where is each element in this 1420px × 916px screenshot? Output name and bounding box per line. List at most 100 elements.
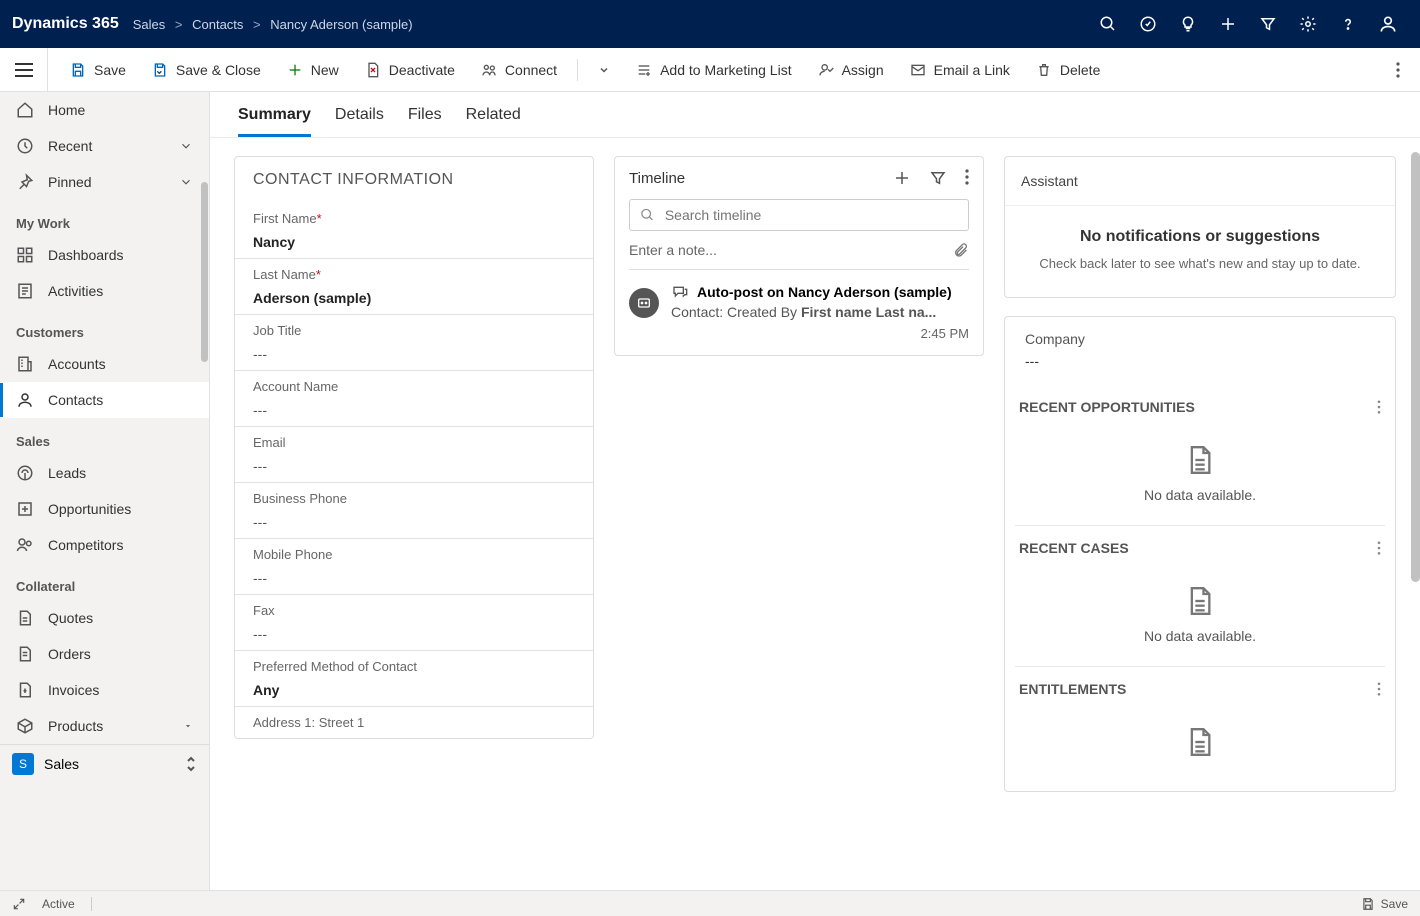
lightbulb-icon[interactable]: [1168, 0, 1208, 48]
right-column: Assistant No notifications or suggestion…: [1004, 156, 1396, 792]
expand-icon[interactable]: [12, 897, 26, 911]
timeline-entry-time: 2:45 PM: [671, 326, 969, 341]
timeline-card: Timeline Enter a note...: [614, 156, 984, 356]
main-content: Summary Details Files Related CONTACT IN…: [210, 92, 1420, 890]
entitlements-empty: [1015, 707, 1385, 791]
sidebar: Home Recent Pinned My Work Dashboards Ac…: [0, 92, 210, 890]
sidebar-group-collateral: Collateral: [0, 563, 209, 600]
field-fax[interactable]: Fax---: [235, 595, 593, 651]
chevron-down-icon: [179, 139, 193, 153]
timeline-entry[interactable]: Auto-post on Nancy Aderson (sample) Cont…: [615, 270, 983, 355]
more-icon[interactable]: [1377, 682, 1381, 696]
updown-icon: [185, 756, 197, 772]
section-entitlements: ENTITLEMENTS: [1015, 667, 1385, 707]
save-close-button[interactable]: Save & Close: [142, 56, 271, 84]
timeline-note-input[interactable]: Enter a note...: [629, 241, 969, 270]
company-value[interactable]: ---: [1005, 353, 1395, 385]
status-bar: Active Save: [0, 890, 1420, 916]
search-icon[interactable]: [1088, 0, 1128, 48]
assistant-heading: No notifications or suggestions: [1023, 228, 1377, 246]
sidebar-item-products[interactable]: Products: [0, 708, 209, 744]
sidebar-scrollbar[interactable]: [201, 182, 208, 362]
sidebar-item-dashboards[interactable]: Dashboards: [0, 237, 209, 273]
email-link-button[interactable]: Email a Link: [900, 56, 1020, 84]
more-icon[interactable]: [1377, 400, 1381, 414]
breadcrumb-contacts[interactable]: Contacts: [192, 17, 243, 32]
sidebar-item-contacts[interactable]: Contacts: [0, 382, 209, 418]
timeline-entry-title: Auto-post on Nancy Aderson (sample): [697, 284, 952, 300]
tab-related[interactable]: Related: [466, 106, 521, 137]
connect-dropdown[interactable]: [588, 58, 620, 82]
task-icon[interactable]: [1128, 0, 1168, 48]
sidebar-item-recent[interactable]: Recent: [0, 128, 209, 164]
sidebar-item-activities[interactable]: Activities: [0, 273, 209, 309]
area-badge: S: [12, 753, 34, 775]
sidebar-item-leads[interactable]: Leads: [0, 455, 209, 491]
attachment-icon[interactable]: [953, 241, 969, 259]
gear-icon[interactable]: [1288, 0, 1328, 48]
tab-details[interactable]: Details: [335, 106, 384, 137]
field-last-name[interactable]: Last Name*Aderson (sample): [235, 259, 593, 315]
company-label: Company: [1005, 317, 1395, 353]
field-preferred-contact[interactable]: Preferred Method of ContactAny: [235, 651, 593, 707]
field-account-name[interactable]: Account Name---: [235, 371, 593, 427]
connect-button[interactable]: Connect: [471, 56, 567, 84]
delete-button[interactable]: Delete: [1026, 56, 1110, 84]
sidebar-item-home[interactable]: Home: [0, 92, 209, 128]
sidebar-item-invoices[interactable]: Invoices: [0, 672, 209, 708]
save-button[interactable]: Save: [60, 56, 136, 84]
main-scrollbar[interactable]: [1411, 152, 1420, 582]
breadcrumb: Sales > Contacts > Nancy Aderson (sample…: [133, 17, 413, 32]
breadcrumb-current: Nancy Aderson (sample): [270, 17, 412, 32]
timeline-filter-icon[interactable]: [929, 169, 947, 187]
timeline-search[interactable]: [629, 199, 969, 231]
autopost-icon: [629, 288, 659, 318]
status-save-button[interactable]: Save: [1361, 897, 1408, 911]
tab-files[interactable]: Files: [408, 106, 442, 137]
timeline-entry-message: Contact: Created By First name Last na..…: [671, 304, 969, 320]
timeline-title: Timeline: [629, 170, 685, 187]
global-header: Dynamics 365 Sales > Contacts > Nancy Ad…: [0, 0, 1420, 48]
timeline-add-icon[interactable]: [893, 169, 911, 187]
command-overflow-icon[interactable]: [1386, 56, 1420, 84]
add-marketing-button[interactable]: Add to Marketing List: [626, 56, 802, 84]
section-recent-cases: RECENT CASES: [1015, 526, 1385, 566]
assistant-title: Assistant: [1005, 157, 1395, 206]
sidebar-group-customers: Customers: [0, 309, 209, 346]
new-button[interactable]: New: [277, 56, 349, 84]
field-job-title[interactable]: Job Title---: [235, 315, 593, 371]
help-icon[interactable]: [1328, 0, 1368, 48]
profile-icon[interactable]: [1368, 0, 1408, 48]
field-email[interactable]: Email---: [235, 427, 593, 483]
field-mobile-phone[interactable]: Mobile Phone---: [235, 539, 593, 595]
timeline-search-input[interactable]: [663, 206, 958, 224]
field-first-name[interactable]: First Name*Nancy: [235, 203, 593, 259]
command-bar: Save Save & Close New Deactivate Connect…: [0, 48, 1420, 92]
breadcrumb-sales[interactable]: Sales: [133, 17, 166, 32]
assistant-card: Assistant No notifications or suggestion…: [1004, 156, 1396, 298]
sidebar-item-quotes[interactable]: Quotes: [0, 600, 209, 636]
sidebar-item-competitors[interactable]: Competitors: [0, 527, 209, 563]
assign-button[interactable]: Assign: [808, 56, 894, 84]
more-icon[interactable]: [1377, 541, 1381, 555]
add-icon[interactable]: [1208, 0, 1248, 48]
sidebar-group-mywork: My Work: [0, 200, 209, 237]
sidebar-item-pinned[interactable]: Pinned: [0, 164, 209, 200]
chevron-down-icon: [179, 175, 193, 189]
field-business-phone[interactable]: Business Phone---: [235, 483, 593, 539]
speech-icon: [671, 284, 689, 300]
tab-summary[interactable]: Summary: [238, 106, 311, 137]
cases-empty: No data available.: [1015, 566, 1385, 667]
record-tabs: Summary Details Files Related: [210, 92, 1420, 138]
hamburger-icon[interactable]: [0, 48, 48, 92]
details-card: Company --- RECENT OPPORTUNITIES No data…: [1004, 316, 1396, 792]
sidebar-item-orders[interactable]: Orders: [0, 636, 209, 672]
sidebar-item-opportunities[interactable]: Opportunities: [0, 491, 209, 527]
field-address-1-street-1[interactable]: Address 1: Street 1: [235, 707, 593, 738]
sidebar-item-accounts[interactable]: Accounts: [0, 346, 209, 382]
opportunities-empty: No data available.: [1015, 425, 1385, 526]
sidebar-area-switcher[interactable]: S Sales: [0, 744, 209, 783]
filter-icon[interactable]: [1248, 0, 1288, 48]
timeline-more-icon[interactable]: [965, 169, 969, 187]
deactivate-button[interactable]: Deactivate: [355, 56, 465, 84]
